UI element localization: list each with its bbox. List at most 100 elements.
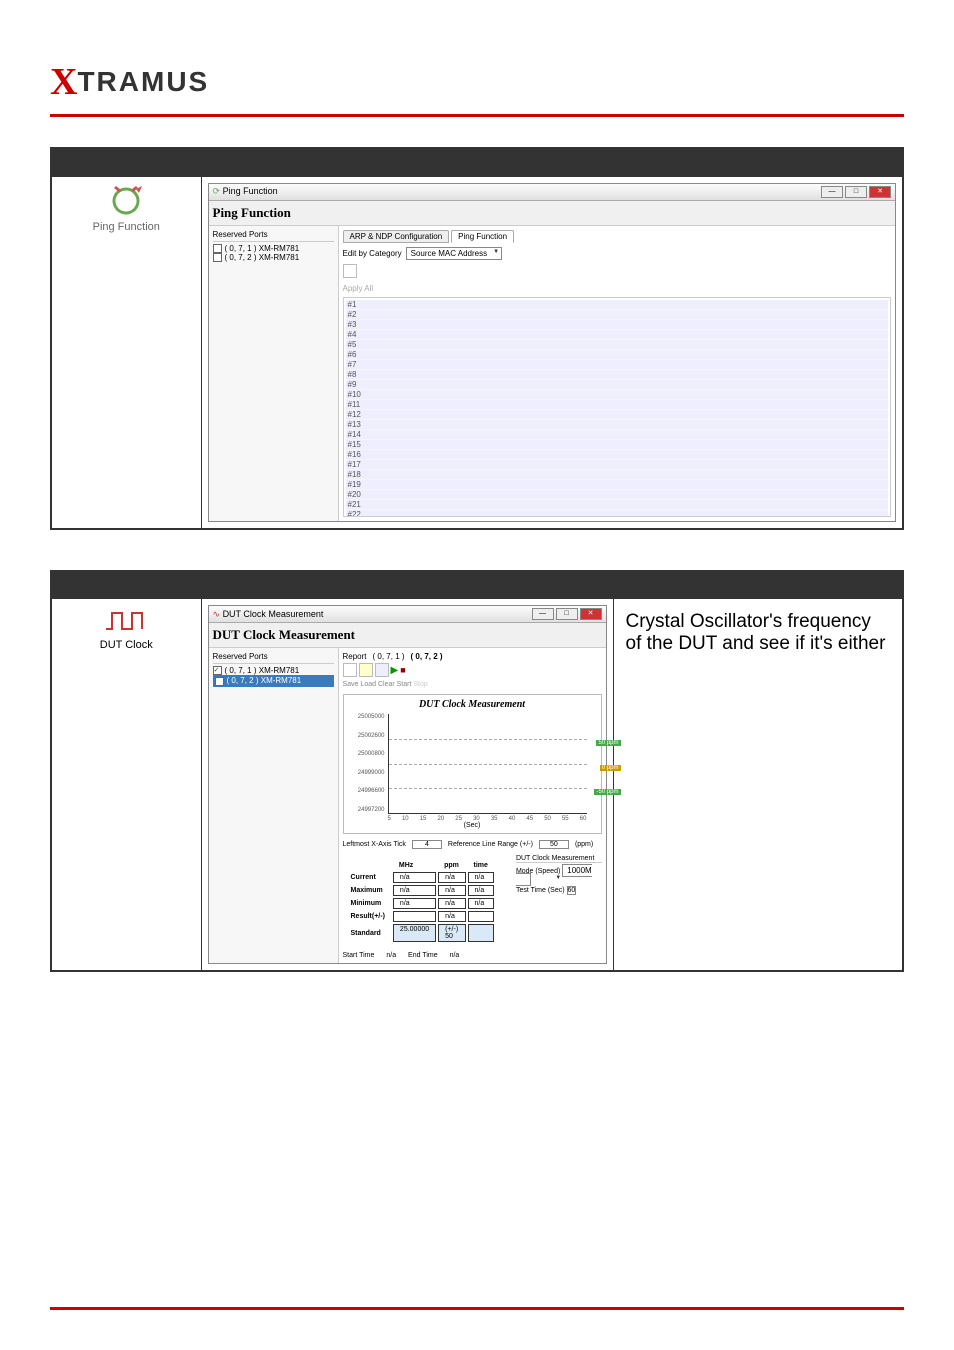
- list-item[interactable]: #14: [346, 430, 889, 440]
- logo-x: X: [50, 60, 77, 104]
- window-title: ⟳ Ping Function: [213, 186, 278, 197]
- port-item[interactable]: ( 0, 7, 1 ) XM-RM781: [213, 666, 334, 675]
- close-button[interactable]: ✕: [869, 186, 891, 198]
- reserved-ports-label: Reserved Ports: [213, 652, 334, 664]
- list-item[interactable]: #16: [346, 450, 889, 460]
- testtime-label: Test Time (Sec): [516, 887, 565, 894]
- list-item[interactable]: #8: [346, 370, 889, 380]
- leftmost-tick-input[interactable]: 4: [412, 840, 442, 849]
- list-item[interactable]: #6: [346, 350, 889, 360]
- list-item[interactable]: #12: [346, 410, 889, 420]
- row-list[interactable]: #1 #2 #3 #4 #5 #6 #7 #8 #9 #10 #11: [343, 297, 892, 517]
- waveform-icon: [104, 607, 148, 635]
- report-port-b: ( 0, 7, 2 ): [411, 652, 443, 661]
- reserved-ports-panel: Reserved Ports ( 0, 7, 1 ) XM-RM781 ( 0,…: [209, 226, 339, 521]
- ping-function-window: ⟳ Ping Function — □ ✕ Ping Function Rese…: [208, 183, 897, 522]
- col-ppm: ppm: [438, 861, 465, 870]
- starttime-value: n/a: [386, 952, 396, 959]
- list-item[interactable]: #7: [346, 360, 889, 370]
- stop-icon[interactable]: ■: [400, 665, 405, 675]
- dut-clock-description: Crystal Oscillator's frequency of the DU…: [613, 599, 903, 972]
- port-item[interactable]: ( 0, 7, 1 ) XM-RM781: [213, 244, 334, 253]
- testtime-input[interactable]: 60: [567, 886, 577, 895]
- list-item[interactable]: #11: [346, 400, 889, 410]
- y-axis-ticks: 25005000 25002600 25000800 24999000 2499…: [351, 714, 385, 813]
- port-item-selected[interactable]: ( 0, 7, 2 ) XM-RM781: [213, 675, 334, 686]
- ping-icon: [106, 185, 146, 217]
- ppm-zero-label: 0 ppm: [600, 765, 621, 771]
- checkbox-icon[interactable]: [213, 666, 222, 675]
- list-item[interactable]: #17: [346, 460, 889, 470]
- checkbox-icon[interactable]: [213, 244, 222, 253]
- starttime-label: Start Time: [343, 952, 375, 959]
- ppm-plus-label: 50 ppm: [596, 740, 620, 746]
- list-item[interactable]: #10: [346, 390, 889, 400]
- logo-text: TRAMUS: [77, 66, 209, 98]
- report-port-a: ( 0, 7, 1 ): [373, 652, 405, 661]
- tab-arp-ndp[interactable]: ARP & NDP Configuration: [343, 230, 450, 243]
- list-item[interactable]: #21: [346, 500, 889, 510]
- x-axis-label: (Sec): [348, 822, 597, 829]
- maximize-button[interactable]: □: [556, 608, 578, 620]
- list-item[interactable]: #9: [346, 380, 889, 390]
- list-item[interactable]: #2: [346, 310, 889, 320]
- maximize-button[interactable]: □: [845, 186, 867, 198]
- tool-icon[interactable]: [343, 264, 357, 278]
- header-divider: [50, 114, 904, 117]
- col-mhz: MHz: [393, 861, 436, 870]
- list-item[interactable]: #22: [346, 510, 889, 517]
- window-heading: DUT Clock Measurement: [209, 623, 606, 648]
- tab-ping-function[interactable]: Ping Function: [451, 230, 514, 243]
- minimize-button[interactable]: —: [532, 608, 554, 620]
- window-heading: Ping Function: [209, 201, 896, 226]
- ppm-minus-label: -50 ppm: [594, 789, 620, 795]
- list-item[interactable]: #20: [346, 490, 889, 500]
- minimize-button[interactable]: —: [821, 186, 843, 198]
- endtime-value: n/a: [450, 952, 460, 959]
- endtime-label: End Time: [408, 952, 438, 959]
- reserved-ports-label: Reserved Ports: [213, 230, 334, 242]
- reserved-ports-panel: Reserved Ports ( 0, 7, 1 ) XM-RM781 ( 0,…: [209, 648, 339, 963]
- list-item[interactable]: #1: [346, 300, 889, 310]
- chart-area: DUT Clock Measurement 25005000 25002600 …: [343, 694, 602, 834]
- ping-icon-label: Ping Function: [93, 221, 160, 233]
- list-item[interactable]: #13: [346, 420, 889, 430]
- edit-by-category-label: Edit by Category: [343, 249, 402, 258]
- ping-function-icon-cell: Ping Function: [51, 176, 201, 529]
- load-icon[interactable]: [359, 663, 373, 677]
- dut-clock-measurement-label: DUT Clock Measurement: [516, 855, 602, 863]
- apply-all-button[interactable]: Apply All: [343, 284, 892, 293]
- report-label: Report: [343, 652, 367, 661]
- list-item[interactable]: #15: [346, 440, 889, 450]
- ppm-unit-label: (ppm): [575, 841, 593, 848]
- dut-clock-window: ∿ DUT Clock Measurement — □ ✕ DUT Clock …: [208, 605, 607, 964]
- list-item[interactable]: #5: [346, 340, 889, 350]
- port-item[interactable]: ( 0, 7, 2 ) XM-RM781: [213, 253, 334, 262]
- clear-icon[interactable]: [375, 663, 389, 677]
- close-button[interactable]: ✕: [580, 608, 602, 620]
- footer-divider: [50, 1307, 904, 1310]
- chart-title: DUT Clock Measurement: [348, 699, 597, 710]
- dut-clock-icon-cell: DUT Clock: [51, 599, 201, 972]
- dut-clock-icon-label: DUT Clock: [100, 639, 153, 651]
- dut-clock-section: DUT Clock ∿ DUT Clock Measurement — □ ✕ …: [50, 570, 904, 973]
- chart-plot: 25005000 25002600 25000800 24999000 2499…: [388, 714, 587, 814]
- save-icon[interactable]: [343, 663, 357, 677]
- list-item[interactable]: #19: [346, 480, 889, 490]
- window-title: ∿ DUT Clock Measurement: [213, 609, 324, 620]
- refline-input[interactable]: 50: [539, 840, 569, 849]
- col-time: time: [468, 861, 494, 870]
- checkbox-icon[interactable]: [213, 253, 222, 262]
- refline-label: Reference Line Range (+/-): [448, 841, 533, 848]
- list-item[interactable]: #4: [346, 330, 889, 340]
- stats-table: MHz ppm time Currentn/an/an/a Maximumn/a…: [343, 859, 496, 944]
- tab-bar: ARP & NDP Configuration Ping Function: [343, 230, 892, 243]
- list-item[interactable]: #3: [346, 320, 889, 330]
- ping-function-section: Ping Function ⟳ Ping Function — □ ✕ Ping…: [50, 147, 904, 530]
- leftmost-tick-label: Leftmost X-Axis Tick: [343, 841, 406, 848]
- brand-logo: X TRAMUS: [50, 60, 904, 104]
- category-select[interactable]: Source MAC Address: [406, 247, 502, 260]
- list-item[interactable]: #18: [346, 470, 889, 480]
- checkbox-icon[interactable]: [215, 677, 224, 686]
- start-icon[interactable]: ▶: [391, 665, 399, 676]
